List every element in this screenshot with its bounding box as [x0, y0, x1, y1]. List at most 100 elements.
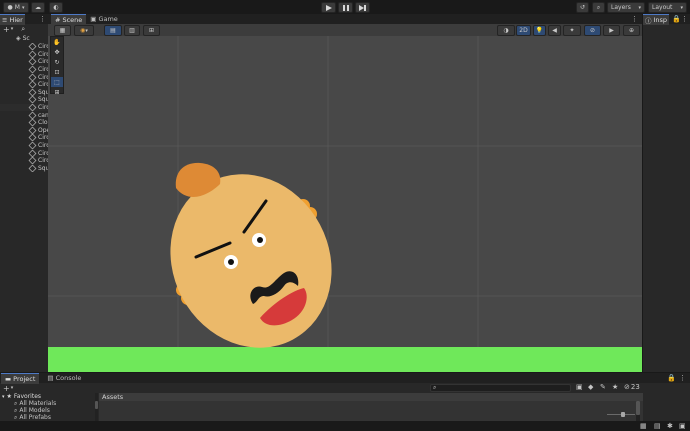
hierarchy-item-label: Squ: [38, 164, 48, 172]
add-icon[interactable]: +: [3, 25, 10, 34]
hierarchy-item[interactable]: can: [0, 111, 48, 119]
hierarchy-item[interactable]: Squ: [0, 96, 48, 104]
hierarchy-item[interactable]: Circ: [0, 65, 48, 74]
project-tab-label: Project: [13, 374, 36, 383]
scrollbar-thumb[interactable]: [95, 401, 98, 409]
audio-toggle[interactable]: ◀: [548, 25, 561, 36]
assets-label[interactable]: Assets: [102, 393, 123, 401]
hierarchy-item[interactable]: Circ: [0, 156, 48, 165]
hierarchy-item[interactable]: Ope: [0, 126, 48, 135]
tab-game[interactable]: ▣ Game: [86, 14, 122, 24]
search-by-label-icon[interactable]: ◆: [588, 383, 593, 391]
hierarchy-item[interactable]: Squ: [0, 88, 48, 97]
chevron-down-icon[interactable]: ▾: [11, 385, 14, 391]
view-tool[interactable]: ✋: [51, 37, 63, 47]
history-button[interactable]: ↺: [576, 2, 589, 13]
lighting-toggle[interactable]: 💡: [533, 25, 546, 36]
cache-icon[interactable]: ▤: [654, 422, 661, 430]
ground-platform[interactable]: [48, 347, 642, 372]
effects-toggle[interactable]: ✦: [563, 25, 581, 36]
hierarchy-item[interactable]: Clo: [0, 118, 48, 127]
lock-icon[interactable]: 🔒: [672, 15, 681, 23]
search-icon[interactable]: ⌕: [21, 25, 25, 34]
hierarchy-item[interactable]: Circ: [0, 50, 48, 59]
account-button[interactable]: ● M ▾: [3, 2, 29, 13]
cloud-button[interactable]: ☁: [31, 2, 45, 13]
tab-inspector[interactable]: ⓘ Insp: [643, 13, 670, 25]
scale-tool[interactable]: ⊡: [51, 67, 63, 77]
camera-icon: ▶: [609, 27, 614, 34]
panel-menu-icon[interactable]: ⋮: [679, 374, 686, 382]
scene-toolbar: ▦ ◉ ▾ ▤ ▥ ⊞ ◑ 2D 💡 ◀ ✦ ⊘ ▶ ⊕: [48, 24, 642, 36]
zoom-slider-handle[interactable]: [621, 412, 625, 417]
hierarchy-item-label: Circ: [38, 142, 48, 150]
favorites-list: ⌕ All Materials ⌕ All Models ⌕ All Prefabs: [0, 400, 95, 422]
hierarchy-item[interactable]: Circ: [0, 134, 48, 142]
hidden-packages-toggle[interactable]: ⊘ 23: [624, 383, 640, 391]
hierarchy-list: CircCircCircCircCircCircSquSquCirccanClo…: [0, 43, 48, 173]
camera-button[interactable]: ▶: [603, 25, 620, 36]
rect-tool[interactable]: ⬚: [51, 77, 63, 87]
sidebar-scrollbar[interactable]: [95, 393, 98, 421]
chevron-down-icon: ▾: [2, 393, 5, 400]
tab-scene[interactable]: # Scene: [51, 13, 87, 25]
console-icon: ▤: [47, 374, 54, 382]
increment-snap-button[interactable]: ▥: [124, 25, 140, 36]
lock-icon[interactable]: 🔒: [667, 374, 676, 382]
panel-menu-icon[interactable]: ⋮: [631, 15, 638, 23]
hierarchy-item[interactable]: Circ: [0, 73, 48, 81]
unity-logo-icon: ◈: [16, 35, 21, 43]
hidden-objects-toggle[interactable]: ⊘: [584, 25, 601, 36]
shading-mode-button[interactable]: ◑: [497, 25, 515, 36]
hierarchy-item[interactable]: Circ: [0, 149, 48, 157]
add-icon[interactable]: +: [3, 384, 10, 393]
chevron-down-icon[interactable]: ▾: [11, 26, 14, 32]
zoom-slider[interactable]: [607, 412, 635, 417]
hierarchy-item[interactable]: Circ: [0, 141, 48, 150]
pivot-button[interactable]: ◉ ▾: [74, 25, 94, 36]
inspector-tab-label: Insp: [653, 15, 668, 24]
layout-dropdown[interactable]: Layout ▾: [648, 2, 687, 13]
gameobject-icon: [28, 43, 37, 51]
scene-viewport[interactable]: ✋ ✥ ↻ ⊡ ⬚ ⊞: [48, 36, 642, 372]
tab-console[interactable]: ▤ Console: [43, 373, 85, 383]
grid-snap-button[interactable]: ▤: [104, 25, 122, 36]
align-button[interactable]: ⊞: [143, 25, 160, 36]
hierarchy-item[interactable]: Circ: [0, 103, 48, 112]
hand-tool-overlay-button[interactable]: ▦: [54, 25, 71, 36]
scrollbar-thumb[interactable]: [636, 401, 640, 415]
search-by-type-icon[interactable]: ▣: [576, 383, 583, 391]
scene-root-row[interactable]: ◈ Sc: [0, 35, 48, 43]
step-button[interactable]: [355, 2, 370, 13]
hierarchy-item[interactable]: Circ: [0, 58, 48, 66]
bug-icon[interactable]: ✱: [667, 422, 673, 430]
hierarchy-item[interactable]: Circ: [0, 80, 48, 89]
rotate-tool[interactable]: ↻: [51, 57, 63, 67]
tab-project[interactable]: ▬ Project: [1, 372, 40, 384]
debug-mode-icon[interactable]: ▣: [679, 422, 686, 430]
gizmos-button[interactable]: ⊕: [623, 25, 640, 36]
pause-button[interactable]: [338, 2, 353, 13]
hierarchy-item[interactable]: Squ: [0, 164, 48, 173]
panel-menu-icon[interactable]: ⋮: [39, 15, 46, 23]
favorite-icon[interactable]: ✎: [600, 383, 606, 391]
toggle-2d-button[interactable]: 2D: [516, 25, 531, 36]
search-button[interactable]: ⌕: [592, 2, 605, 13]
star-icon[interactable]: ★: [612, 383, 618, 391]
favorites-label: Favorites: [13, 393, 42, 400]
hierarchy-item[interactable]: Circ: [0, 43, 48, 51]
assets-scrollbar[interactable]: [636, 401, 640, 421]
progress-icon[interactable]: ▦: [640, 422, 647, 430]
scene-canvas: [48, 36, 642, 372]
project-toolbar: + ▾ ⌕ ▣ ◆ ✎ ★ ⊘ 23: [0, 383, 690, 393]
play-button[interactable]: [321, 2, 336, 13]
tab-hierarchy[interactable]: ≡ Hier: [0, 13, 25, 25]
hierarchy-item-label: Circ: [38, 73, 48, 81]
collab-button[interactable]: ◐: [49, 2, 63, 13]
favorites-item[interactable]: ⌕ All Prefabs: [0, 414, 95, 422]
panel-menu-icon[interactable]: ⋮: [681, 15, 688, 23]
move-tool[interactable]: ✥: [51, 47, 63, 57]
transform-tool[interactable]: ⊞: [51, 87, 63, 97]
project-search-input[interactable]: ⌕: [430, 384, 571, 392]
layers-dropdown[interactable]: Layers ▾: [607, 2, 645, 13]
